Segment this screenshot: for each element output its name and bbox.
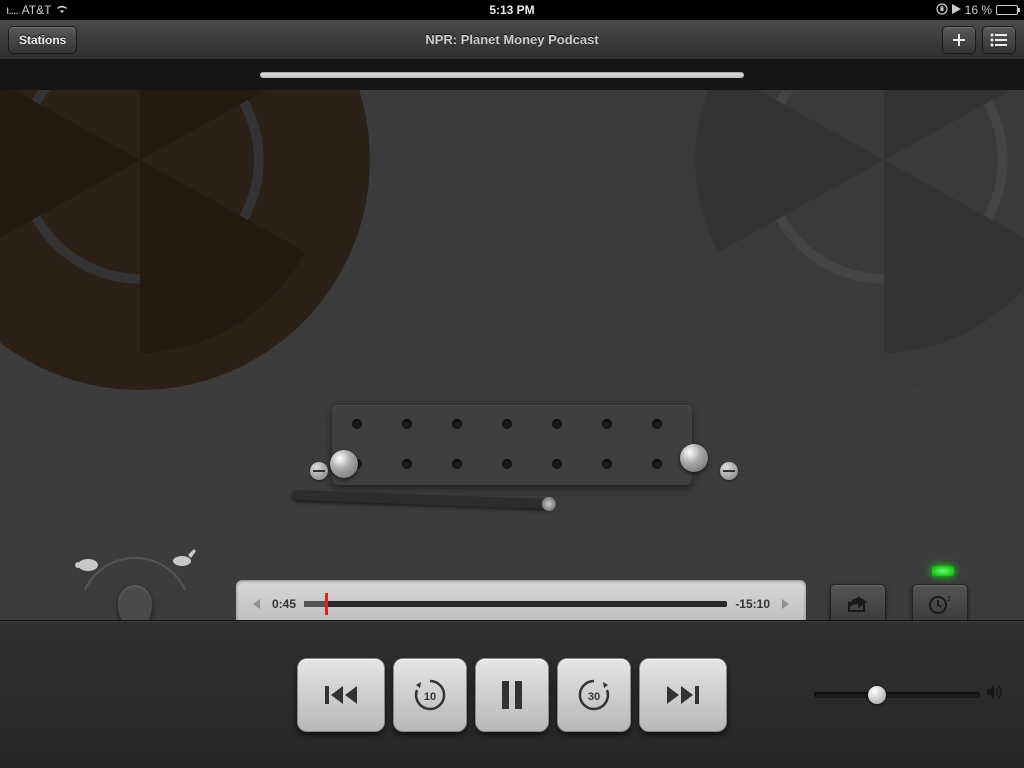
tape-reel-left [0, 90, 370, 390]
carrier-label: AT&T [22, 3, 52, 17]
list-button[interactable] [982, 26, 1016, 54]
knob-right [680, 444, 708, 472]
signal-icon: ı.... [6, 3, 18, 17]
add-button[interactable] [942, 26, 976, 54]
stations-button[interactable]: Stations [8, 26, 77, 54]
scrub-track[interactable] [304, 601, 727, 607]
clock-sleep-icon: z [927, 593, 953, 615]
volume-track[interactable] [814, 692, 980, 698]
turtle-icon [75, 559, 98, 571]
tape-reel-right [654, 90, 1024, 390]
chapter-next-button[interactable] [778, 595, 796, 613]
tape-arm [292, 490, 552, 509]
skip-back-button[interactable]: 10 [393, 658, 467, 732]
time-elapsed: 0:45 [272, 597, 296, 611]
skip-forward-button[interactable]: 30 [557, 658, 631, 732]
play-pause-button[interactable] [475, 658, 549, 732]
next-track-button[interactable] [639, 658, 727, 732]
loading-progress-bar [260, 72, 744, 78]
screw-left [310, 462, 328, 480]
page-title: NPR: Planet Money Podcast [425, 32, 598, 47]
skip-forward-icon [665, 683, 701, 707]
volume-slider[interactable] [814, 680, 1004, 710]
scrubber[interactable]: 0:45 -15:10 [236, 580, 806, 620]
svg-text:10: 10 [424, 691, 436, 703]
share-button[interactable] [830, 584, 886, 620]
share-icon [846, 594, 870, 614]
transport-controls: 10 30 [0, 620, 1024, 768]
status-bar: ı.... AT&T 5:13 PM 16 % [0, 0, 1024, 20]
forward-30-icon: 30 [574, 675, 614, 715]
battery-icon [996, 5, 1018, 15]
skip-back-icon [323, 683, 359, 707]
rewind-10-icon: 10 [410, 675, 450, 715]
pause-icon [500, 681, 524, 709]
status-time: 5:13 PM [489, 3, 534, 17]
sleep-led [932, 566, 954, 576]
speed-knob[interactable] [118, 585, 152, 620]
status-left: ı.... AT&T [6, 3, 69, 17]
volume-thumb[interactable] [868, 686, 886, 704]
previous-track-button[interactable] [297, 658, 385, 732]
playhead[interactable] [325, 593, 328, 615]
time-remaining: -15:10 [735, 597, 770, 611]
orientation-lock-icon [936, 3, 948, 18]
chapter-prev-button[interactable] [246, 595, 264, 613]
playback-speed-dial[interactable] [60, 545, 210, 620]
rabbit-icon [173, 549, 196, 566]
battery-percent: 16 % [965, 3, 992, 17]
status-right: 16 % [936, 3, 1018, 18]
plus-icon [951, 32, 967, 48]
list-icon [990, 33, 1008, 47]
sleep-timer-button[interactable]: z [912, 584, 968, 620]
knob-left [330, 450, 358, 478]
svg-text:30: 30 [588, 691, 600, 703]
wifi-icon [55, 3, 69, 17]
loading-region [0, 60, 1024, 90]
play-indicator-icon [952, 3, 961, 17]
tape-deck: 0:45 -15:10 z [0, 90, 1024, 620]
speaker-icon [986, 684, 1004, 705]
tape-head-block [332, 405, 692, 485]
screw-right [720, 462, 738, 480]
svg-text:z: z [947, 594, 951, 603]
nav-bar: Stations NPR: Planet Money Podcast [0, 20, 1024, 60]
